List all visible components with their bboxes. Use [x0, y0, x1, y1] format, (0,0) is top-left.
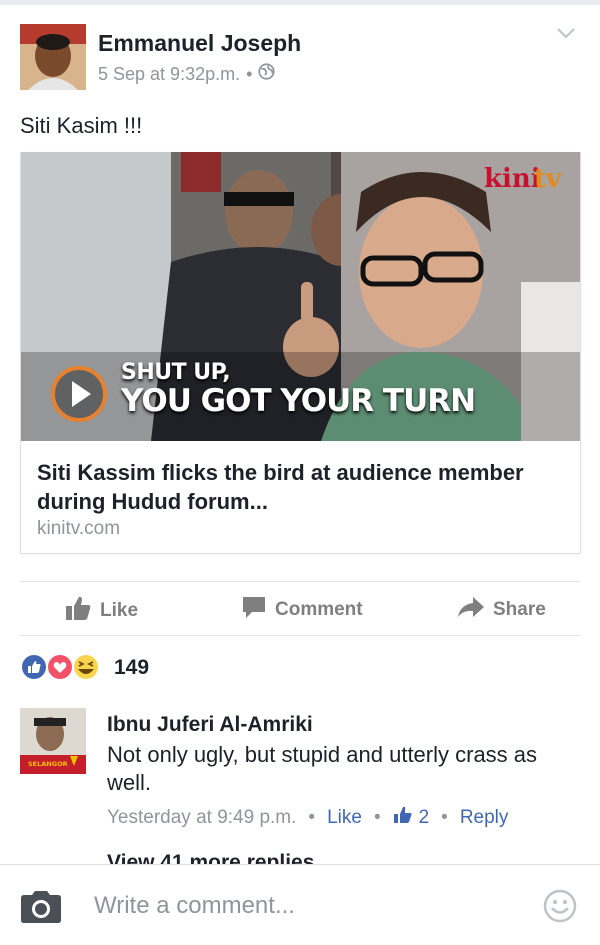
comment-label: Comment — [275, 599, 363, 620]
meta-separator: • — [246, 63, 253, 84]
meta-separator: • — [308, 807, 316, 828]
link-domain: kinitv.com — [37, 518, 121, 539]
post-text: Siti Kasim !!! — [20, 113, 143, 138]
link-preview-card[interactable]: kini tv SHUT UP, YOU GOT YOUR TURN Siti … — [20, 152, 581, 554]
like-button[interactable]: Like — [65, 595, 138, 627]
like-count-value: 2 — [418, 807, 430, 828]
video-thumbnail[interactable]: kini tv SHUT UP, YOU GOT YOUR TURN — [21, 152, 580, 441]
share-label: Share — [493, 599, 546, 620]
thumbs-up-icon — [65, 595, 92, 627]
comment-text: Not only ugly, but stupid and utterly cr… — [107, 742, 538, 795]
top-divider — [0, 0, 600, 5]
reactions-count[interactable]: 149 — [114, 656, 149, 680]
caption-line2: YOU GOT YOUR TURN — [121, 383, 476, 419]
thumbnail-caption: SHUT UP, YOU GOT YOUR TURN — [121, 360, 476, 419]
share-button[interactable]: Share — [457, 595, 546, 625]
like-label: Like — [100, 600, 139, 621]
meta-separator: • — [441, 807, 448, 828]
globe-icon — [258, 63, 275, 85]
commenter-avatar[interactable]: SELANGOR — [20, 708, 86, 774]
comment-composer: Write a comment... — [0, 864, 600, 945]
commenter-name[interactable]: Ibnu Juferi Al-Amriki — [107, 713, 313, 737]
comment-meta: Yesterday at 9:49 p.m. • Like • 2 • Repl… — [107, 806, 508, 830]
comment-button[interactable]: Comment — [241, 595, 363, 625]
kinitv-watermark: kini — [484, 164, 541, 194]
love-reaction-icon — [46, 653, 74, 681]
post-meta: 5 Sep at 9:32p.m. • — [98, 63, 275, 85]
comment-like-count[interactable]: 2 — [393, 806, 430, 830]
svg-text:tv: tv — [534, 164, 562, 194]
post-timestamp[interactable]: 5 Sep at 9:32p.m. — [98, 64, 240, 85]
haha-reaction-icon — [72, 653, 100, 681]
post-author-name[interactable]: Emmanuel Joseph — [98, 30, 301, 57]
emoji-icon[interactable] — [543, 889, 577, 928]
comment-input[interactable]: Write a comment... — [94, 892, 295, 920]
comment-like-button[interactable]: Like — [327, 807, 362, 829]
link-title[interactable]: Siti Kassim flicks the bird at audience … — [37, 458, 557, 516]
author-avatar[interactable] — [20, 24, 86, 90]
view-more-replies-link[interactable]: View 41 more replies — [107, 851, 314, 864]
comment-time[interactable]: Yesterday at 9:49 p.m. — [107, 807, 296, 829]
camera-icon[interactable] — [19, 890, 63, 929]
comment-bubble-icon — [241, 595, 267, 625]
chevron-down-icon[interactable] — [556, 26, 576, 40]
post-action-bar: Like Comment Share — [20, 581, 580, 636]
avatar-banner: SELANGOR — [28, 760, 68, 768]
thumbs-up-icon — [393, 806, 413, 830]
reactions-summary[interactable] — [20, 652, 104, 682]
meta-separator: • — [373, 807, 381, 828]
share-arrow-icon — [457, 595, 485, 625]
comment-reply-button[interactable]: Reply — [460, 807, 509, 829]
caption-line1: SHUT UP, — [121, 360, 231, 385]
like-reaction-icon — [20, 653, 48, 681]
